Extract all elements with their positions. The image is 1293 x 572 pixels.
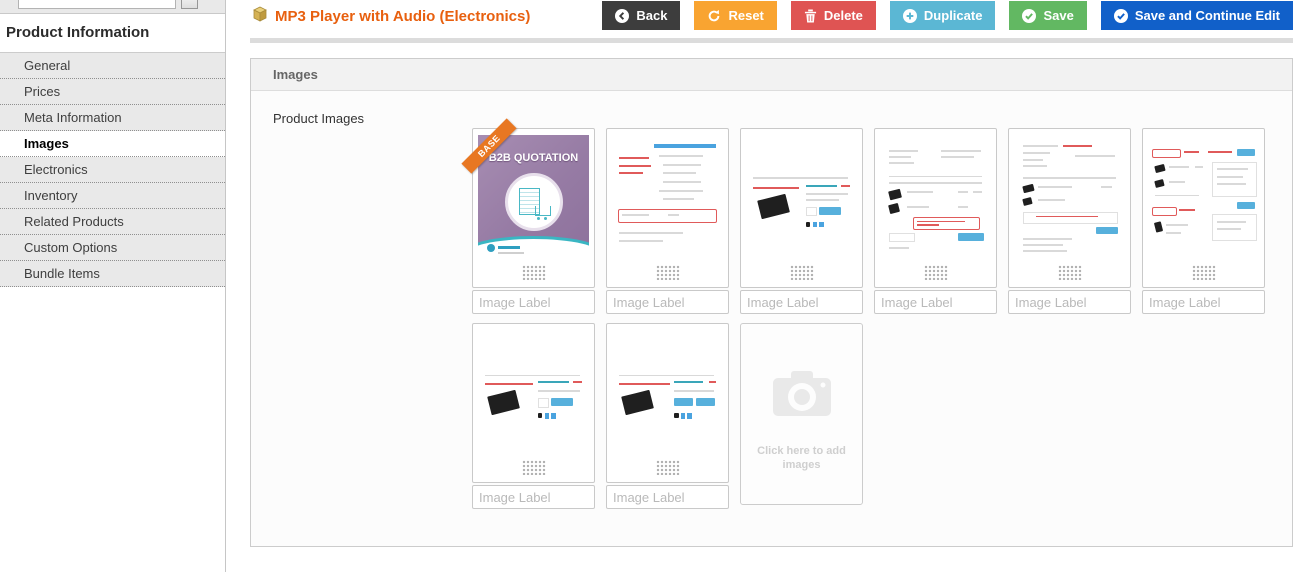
thumbnail-preview (612, 330, 723, 454)
image-gallery: BASE B2B QUOTATION Image Label Image Lab… (461, 118, 1265, 518)
thumbnail-image[interactable] (874, 128, 997, 288)
add-images-tile[interactable]: Click here to add images (740, 323, 863, 505)
sidebar-item-inventory[interactable]: Inventory (0, 183, 225, 209)
drag-handle-icon[interactable] (923, 265, 948, 280)
image-label-input[interactable] (606, 290, 729, 314)
images-panel: Images Product Images BASE B2B QUOTATION (250, 58, 1293, 547)
thumbnail-image[interactable] (1142, 128, 1265, 288)
drag-handle-icon[interactable] (789, 265, 814, 280)
package-icon (252, 6, 268, 27)
sidebar-item-electronics[interactable]: Electronics (0, 157, 225, 183)
thumbnail-cell (740, 128, 863, 314)
sidebar-item-related-products[interactable]: Related Products (0, 209, 225, 235)
reset-button-label: Reset (728, 8, 764, 23)
thumbnail-image[interactable] (1008, 128, 1131, 288)
thumbnail-cell (606, 128, 729, 314)
reset-icon (707, 9, 721, 23)
thumbnail-preview (1014, 135, 1125, 259)
thumbnail-image[interactable] (606, 323, 729, 483)
drag-handle-icon[interactable] (1057, 265, 1082, 280)
plus-circle-icon (902, 8, 917, 23)
thumbnail-cell (1142, 128, 1265, 314)
sidebar-heading: Product Information (6, 24, 150, 41)
back-button[interactable]: Back (602, 1, 681, 30)
image-label-input[interactable] (1142, 290, 1265, 314)
thumbnail-preview (612, 135, 723, 259)
product-edit-screen: Product Information General Prices Meta … (0, 0, 1293, 572)
check-circle-icon (1022, 8, 1037, 23)
thumbnail-preview (746, 135, 857, 259)
thumbnail-cell (1008, 128, 1131, 314)
back-icon (615, 8, 630, 23)
image-label-input[interactable] (874, 290, 997, 314)
thumbnail-cell (472, 323, 595, 509)
drag-handle-icon[interactable] (521, 460, 546, 475)
sidebar-search-strip (0, 0, 225, 14)
thumbnail-image[interactable] (740, 128, 863, 288)
image-label-input[interactable] (1008, 290, 1131, 314)
delete-button[interactable]: Delete (790, 1, 876, 30)
delete-button-label: Delete (823, 8, 863, 23)
drag-handle-icon[interactable] (655, 460, 680, 475)
page-header: MP3 Player with Audio (Electronics) Back… (252, 0, 1293, 30)
add-images-text: Click here to add images (757, 445, 846, 471)
sidebar-item-meta-information[interactable]: Meta Information (0, 105, 225, 131)
reset-button[interactable]: Reset (694, 1, 777, 30)
sidebar-menu: General Prices Meta Information Images E… (0, 53, 225, 287)
thumbnail-preview (478, 330, 589, 454)
image-label-input[interactable] (606, 485, 729, 509)
sidebar-item-general[interactable]: General (0, 53, 225, 79)
add-images-cell: Click here to add images (740, 323, 863, 509)
thumbnail-cell (874, 128, 997, 314)
sidebar-item-images[interactable]: Images (0, 131, 225, 157)
save-button[interactable]: Save (1009, 1, 1087, 30)
thumbnail-preview (1148, 135, 1259, 259)
image-label-input[interactable] (740, 290, 863, 314)
image-label-input[interactable] (472, 485, 595, 509)
sidebar-search-input[interactable] (18, 0, 176, 9)
trash-icon (804, 9, 817, 23)
duplicate-button[interactable]: Duplicate (889, 1, 996, 30)
save-and-continue-button[interactable]: Save and Continue Edit (1100, 1, 1293, 30)
check-circle-icon (1113, 8, 1128, 23)
sidebar-search-button[interactable] (181, 0, 198, 9)
thumbnail-image[interactable]: BASE B2B QUOTATION (461, 118, 595, 288)
thumbnail-image[interactable] (606, 128, 729, 288)
product-images-label: Product Images (273, 111, 365, 126)
thumbnail-preview (880, 135, 991, 259)
thumbnail-preview: B2B QUOTATION (478, 135, 589, 259)
gallery-row: BASE B2B QUOTATION (461, 118, 1265, 314)
page-title: MP3 Player with Audio (Electronics) (252, 6, 530, 27)
thumbnail-cell (606, 323, 729, 509)
sidebar-item-bundle-items[interactable]: Bundle Items (0, 261, 225, 287)
save-and-continue-button-label: Save and Continue Edit (1134, 8, 1280, 23)
toolbar: Back Reset Delete Duplicate Save Save an… (602, 1, 1293, 30)
thumbnail-image[interactable] (472, 323, 595, 483)
sidebar-item-custom-options[interactable]: Custom Options (0, 235, 225, 261)
sidebar-item-prices[interactable]: Prices (0, 79, 225, 105)
back-button-label: Back (636, 8, 668, 23)
images-panel-header: Images (251, 59, 1292, 91)
duplicate-button-label: Duplicate (923, 8, 983, 23)
drag-handle-icon[interactable] (521, 265, 546, 280)
thumbnail-cell: BASE B2B QUOTATION (461, 118, 595, 314)
header-divider (250, 38, 1293, 43)
thumbnail-preview-title: B2B QUOTATION (488, 152, 579, 164)
save-button-label: Save (1043, 8, 1074, 23)
camera-icon (771, 368, 833, 423)
drag-handle-icon[interactable] (1191, 265, 1216, 280)
sidebar: Product Information General Prices Meta … (0, 0, 226, 572)
page-title-text: MP3 Player with Audio (Electronics) (275, 8, 531, 25)
gallery-row: Click here to add images (472, 323, 1265, 509)
image-label-input[interactable] (472, 290, 595, 314)
drag-handle-icon[interactable] (655, 265, 680, 280)
